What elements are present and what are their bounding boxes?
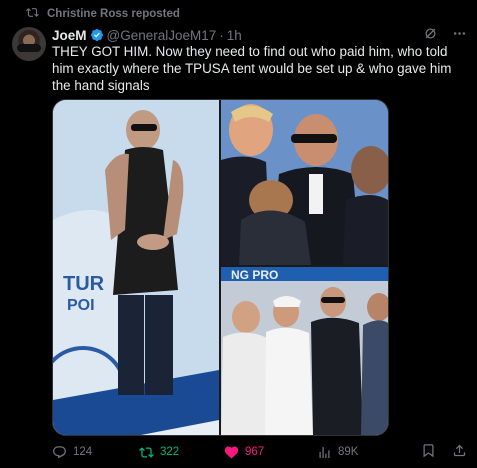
tweet-header: JoeM @GeneralJoeM17 · 1h <box>52 26 467 44</box>
author-handle[interactable]: @GeneralJoeM17 <box>107 28 217 43</box>
like-count: 967 <box>245 446 265 458</box>
retweet-button[interactable]: 322 <box>139 445 224 460</box>
repost-indicator[interactable]: Christine Ross reposted <box>26 6 180 22</box>
views-chart-icon <box>319 446 330 458</box>
photo-crowd[interactable]: NG PRO <box>221 267 388 435</box>
bookmark-icon[interactable] <box>421 443 436 461</box>
retweet-icon <box>139 446 154 458</box>
repost-text: Christine Ross reposted <box>47 8 180 20</box>
reply-icon <box>53 445 66 458</box>
svg-text:NG PRO: NG PRO <box>231 268 278 282</box>
svg-text:TUR: TUR <box>63 273 105 295</box>
heart-icon <box>224 446 239 458</box>
photo-man-at-tent[interactable]: TUR POI <box>53 100 219 435</box>
reply-count: 124 <box>73 446 93 458</box>
svg-text:POI: POI <box>67 297 95 314</box>
more-options-icon[interactable] <box>452 26 467 44</box>
share-icon[interactable] <box>452 443 467 461</box>
reply-button[interactable]: 124 <box>52 445 139 460</box>
verified-badge-icon <box>90 29 103 41</box>
author-name[interactable]: JoeM <box>52 28 87 43</box>
like-button[interactable]: 967 <box>224 445 317 460</box>
views-button[interactable]: 89K <box>317 445 397 460</box>
avatar[interactable] <box>12 27 46 61</box>
tweet-text: THEY GOT HIM. Now they need to find out … <box>52 44 452 93</box>
retweet-count: 322 <box>160 446 180 458</box>
timestamp[interactable]: 1h <box>227 28 242 43</box>
view-count: 89K <box>338 446 359 458</box>
photo-rally-agents[interactable] <box>221 100 388 265</box>
media-grid[interactable]: TUR POI NG PRO <box>52 99 389 436</box>
grok-icon[interactable] <box>423 26 438 44</box>
separator-dot: · <box>219 27 224 43</box>
repost-icon <box>26 6 39 22</box>
action-bar: 124 322 967 89K <box>52 443 467 461</box>
